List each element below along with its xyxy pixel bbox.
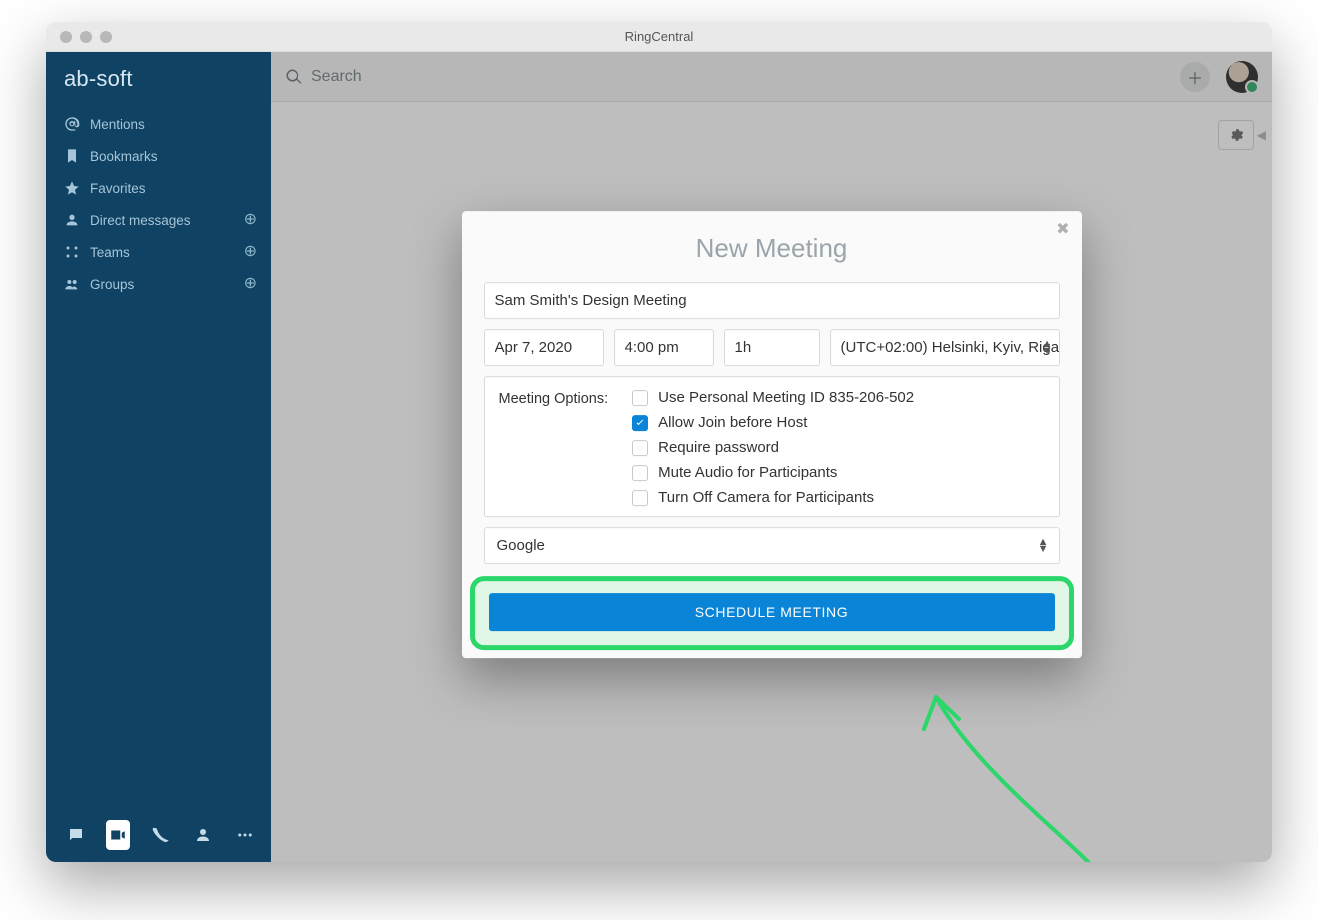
meeting-option[interactable]: Require password <box>632 439 1044 456</box>
schedule-highlight: SCHEDULE MEETING <box>470 576 1074 650</box>
main-panel: Search ＋ ◀ RingCentral Video Join <box>271 52 1272 862</box>
option-label: Use Personal Meeting ID 835-206-502 <box>658 389 914 406</box>
bookmark-icon <box>64 148 80 164</box>
traffic-lights <box>46 31 112 43</box>
meeting-time-input[interactable] <box>614 329 714 366</box>
timezone-select[interactable]: (UTC+02:00) Helsinki, Kyiv, Riga, S ▲▼ <box>830 329 1060 366</box>
checkbox[interactable] <box>632 465 648 481</box>
checkbox[interactable] <box>632 415 648 431</box>
modal-title: New Meeting <box>484 233 1060 264</box>
sidebar-footer <box>46 810 271 862</box>
stepper-icon: ▲▼ <box>1038 539 1049 553</box>
meeting-name-input[interactable] <box>484 282 1060 319</box>
option-label: Require password <box>658 439 779 456</box>
checkbox[interactable] <box>632 490 648 506</box>
minimize-window-icon[interactable] <box>80 31 92 43</box>
meeting-date-input[interactable] <box>484 329 604 366</box>
close-window-icon[interactable] <box>60 31 72 43</box>
meeting-option[interactable]: Use Personal Meeting ID 835-206-502 <box>632 389 1044 406</box>
stepper-icon: ▲▼ <box>1042 341 1053 355</box>
options-label: Meeting Options: <box>499 389 609 506</box>
app-window: RingCentral ab-soft Mentions Bookmarks F… <box>46 22 1272 862</box>
add-team-icon[interactable]: ⊕ <box>244 244 257 260</box>
calendar-select[interactable]: Google ▲▼ <box>484 527 1060 564</box>
sidebar-item-label: Groups <box>90 277 134 292</box>
sidebar-item-favorites[interactable]: Favorites <box>46 172 271 204</box>
nav-more-button[interactable] <box>233 820 257 850</box>
schedule-meeting-button[interactable]: SCHEDULE MEETING <box>489 593 1055 631</box>
option-label: Mute Audio for Participants <box>658 464 837 481</box>
meeting-duration-input[interactable] <box>724 329 820 366</box>
sidebar-item-groups[interactable]: Groups ⊕ <box>46 268 271 300</box>
sidebar-item-label: Favorites <box>90 181 146 196</box>
meeting-option[interactable]: Turn Off Camera for Participants <box>632 489 1044 506</box>
at-icon <box>64 116 80 132</box>
checkbox[interactable] <box>632 390 648 406</box>
window-title: RingCentral <box>46 29 1272 44</box>
option-label: Allow Join before Host <box>658 414 807 431</box>
person-icon <box>64 212 80 228</box>
timezone-value: (UTC+02:00) Helsinki, Kyiv, Riga, S <box>841 339 1060 356</box>
sidebar-item-label: Teams <box>90 245 130 260</box>
sidebar-item-label: Bookmarks <box>90 149 158 164</box>
add-dm-icon[interactable]: ⊕ <box>244 212 257 228</box>
teams-icon <box>64 244 80 260</box>
nav-video-button[interactable] <box>106 820 130 850</box>
option-label: Turn Off Camera for Participants <box>658 489 874 506</box>
checkbox[interactable] <box>632 440 648 456</box>
calendar-value: Google <box>497 537 545 554</box>
sidebar: ab-soft Mentions Bookmarks Favorites Dir… <box>46 52 271 862</box>
nav-phone-button[interactable] <box>148 820 172 850</box>
nav-messages-button[interactable] <box>64 820 88 850</box>
sidebar-item-label: Mentions <box>90 117 145 132</box>
close-icon[interactable]: ✖ <box>1056 219 1069 239</box>
meeting-option[interactable]: Allow Join before Host <box>632 414 1044 431</box>
sidebar-item-direct-messages[interactable]: Direct messages ⊕ <box>46 204 271 236</box>
new-meeting-modal: ✖ New Meeting (UTC+02:00) Helsinki, Kyiv… <box>462 211 1082 658</box>
nav-contacts-button[interactable] <box>191 820 215 850</box>
sidebar-item-bookmarks[interactable]: Bookmarks <box>46 140 271 172</box>
star-icon <box>64 180 80 196</box>
titlebar: RingCentral <box>46 22 1272 52</box>
meeting-option[interactable]: Mute Audio for Participants <box>632 464 1044 481</box>
add-group-icon[interactable]: ⊕ <box>244 276 257 292</box>
zoom-window-icon[interactable] <box>100 31 112 43</box>
sidebar-item-teams[interactable]: Teams ⊕ <box>46 236 271 268</box>
sidebar-item-label: Direct messages <box>90 213 191 228</box>
sidebar-item-mentions[interactable]: Mentions <box>46 108 271 140</box>
groups-icon <box>64 276 80 292</box>
meeting-options: Meeting Options: Use Personal Meeting ID… <box>484 376 1060 517</box>
workspace-name[interactable]: ab-soft <box>46 52 271 104</box>
